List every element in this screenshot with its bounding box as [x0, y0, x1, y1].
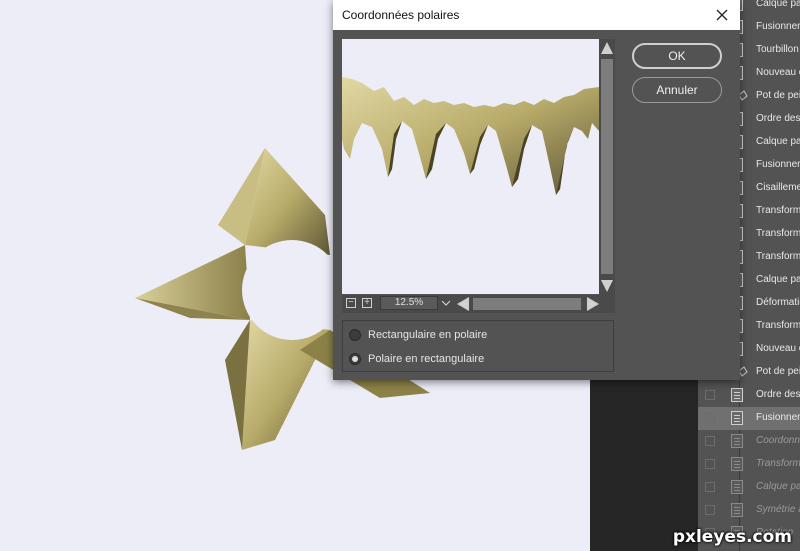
ok-button[interactable]: OK: [632, 43, 722, 69]
history-item[interactable]: Ordre des: [698, 384, 800, 407]
scroll-right-icon[interactable]: [586, 297, 600, 311]
dialog-titlebar[interactable]: Coordonnées polaires: [333, 0, 740, 30]
vertical-scrollbar[interactable]: [599, 39, 615, 295]
zoom-level[interactable]: 12.5%: [380, 296, 438, 310]
chevron-down-icon[interactable]: [439, 296, 453, 310]
document-icon: [731, 503, 743, 517]
filter-preview[interactable]: [342, 39, 599, 294]
polar-coordinates-dialog[interactable]: Coordonnées polaires − + 12.5% Rectangul…: [333, 0, 740, 380]
history-item[interactable]: Coordonn: [698, 430, 800, 453]
document-icon: [731, 457, 743, 471]
history-item-active[interactable]: Fusionner: [698, 407, 800, 430]
visibility-checkbox[interactable]: [705, 436, 715, 446]
zoom-out-button[interactable]: −: [346, 298, 356, 308]
watermark: pxleyes.com: [672, 527, 792, 547]
scroll-up-icon[interactable]: [601, 41, 613, 55]
history-item[interactable]: Calque pa: [698, 476, 800, 499]
visibility-checkbox[interactable]: [705, 505, 715, 515]
radio-rect-to-polar[interactable]: [349, 329, 361, 341]
scroll-thumb[interactable]: [601, 59, 613, 274]
zoom-in-button[interactable]: +: [362, 298, 372, 308]
document-icon: [731, 480, 743, 494]
visibility-checkbox[interactable]: [705, 459, 715, 469]
scroll-down-icon[interactable]: [601, 279, 613, 293]
history-item[interactable]: Transform: [698, 453, 800, 476]
radio-polar-to-rect[interactable]: [349, 353, 361, 365]
document-icon: [731, 411, 743, 425]
dialog-title: Coordonnées polaires: [342, 8, 460, 22]
cancel-button[interactable]: Annuler: [632, 77, 722, 103]
conversion-options: Rectangulaire en polaire Polaire en rect…: [342, 320, 614, 372]
document-icon: [731, 434, 743, 448]
visibility-checkbox[interactable]: [705, 413, 715, 423]
history-item[interactable]: Symétrie a: [698, 499, 800, 522]
horizontal-scroll-thumb[interactable]: [473, 298, 581, 310]
scroll-left-icon[interactable]: [456, 297, 470, 311]
preview-image: [342, 77, 599, 195]
option-label: Rectangulaire en polaire: [368, 329, 488, 341]
visibility-checkbox[interactable]: [705, 482, 715, 492]
close-icon[interactable]: [712, 5, 732, 25]
visibility-checkbox[interactable]: [705, 390, 715, 400]
zoom-bar: − + 12.5%: [342, 295, 615, 313]
option-label: Polaire en rectangulaire: [368, 353, 485, 365]
document-icon: [731, 388, 743, 402]
